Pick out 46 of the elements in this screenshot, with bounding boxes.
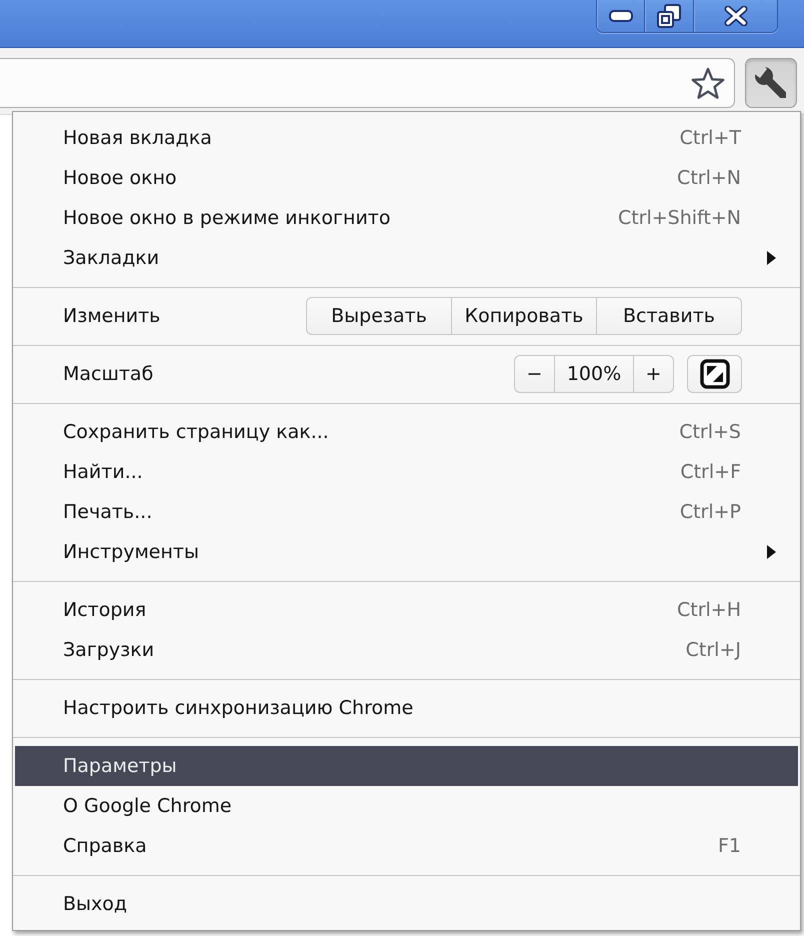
zoom-in-button[interactable]: +: [633, 355, 674, 393]
wrench-icon: [754, 66, 788, 100]
submenu-arrow-icon: [767, 545, 776, 559]
menu-item[interactable]: Печать... Ctrl+P: [15, 492, 798, 532]
copy-button[interactable]: Копировать: [451, 297, 597, 335]
menu-item[interactable]: Справка F1: [15, 826, 798, 866]
keyboard-shortcut: Ctrl+Shift+N: [618, 207, 741, 229]
keyboard-shortcut: Ctrl+T: [680, 127, 741, 149]
menu-item[interactable]: Параметры: [15, 746, 798, 786]
paste-button[interactable]: Вставить: [596, 297, 742, 335]
restore-button[interactable]: [645, 0, 694, 32]
keyboard-shortcut: Ctrl+P: [680, 501, 741, 523]
keyboard-shortcut: F1: [718, 835, 741, 857]
keyboard-shortcut: Ctrl+J: [686, 639, 741, 661]
keyboard-shortcut: Ctrl+S: [679, 421, 741, 443]
menu-item[interactable]: Новое окно Ctrl+N: [15, 158, 798, 198]
menu-item[interactable]: Найти... Ctrl+F: [15, 452, 798, 492]
menu-item[interactable]: Выход: [15, 884, 798, 924]
keyboard-shortcut: Ctrl+H: [676, 599, 741, 621]
menu-item[interactable]: Инструменты: [15, 532, 798, 572]
fullscreen-icon: [700, 359, 730, 389]
keyboard-shortcut: Ctrl+F: [680, 461, 741, 483]
close-button[interactable]: [694, 0, 777, 32]
zoom-level-text: 100%: [554, 355, 634, 393]
minimize-icon: [608, 10, 632, 22]
close-icon: [724, 6, 748, 26]
keyboard-shortcut: Ctrl+N: [677, 167, 741, 189]
restore-icon: [657, 4, 681, 28]
menu-label: Изменить: [63, 305, 162, 327]
submenu-arrow-icon: [767, 251, 776, 265]
wrench-button[interactable]: [745, 58, 797, 108]
minimize-button[interactable]: [597, 0, 645, 32]
menu-label: Масштаб: [63, 363, 154, 385]
zoom-out-button[interactable]: −: [514, 355, 555, 393]
menu-item[interactable]: История Ctrl+H: [15, 590, 798, 630]
address-field[interactable]: [0, 58, 735, 108]
star-icon[interactable]: [691, 66, 725, 100]
fullscreen-button[interactable]: [687, 355, 742, 393]
menu-item[interactable]: Сохранить страницу как... Ctrl+S: [15, 412, 798, 452]
menu-item[interactable]: Новое окно в режиме инкогнито Ctrl+Shift+N: [15, 198, 798, 238]
menu-item[interactable]: Настроить синхронизацию Chrome: [15, 688, 798, 728]
cut-button[interactable]: Вырезать: [306, 297, 452, 335]
menu-item[interactable]: Новая вкладка Ctrl+T: [15, 118, 798, 158]
menu-item[interactable]: О Google Chrome: [15, 786, 798, 826]
menu-item[interactable]: Загрузки Ctrl+J: [15, 630, 798, 670]
menu-item[interactable]: Закладки: [15, 238, 798, 278]
